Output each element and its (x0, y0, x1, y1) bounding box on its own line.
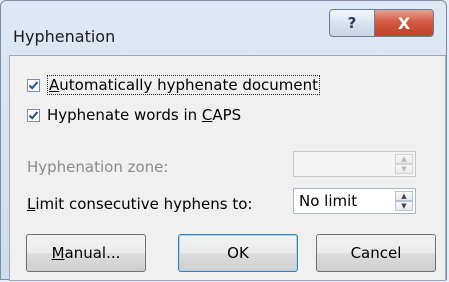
spin-up-icon: ▲ (395, 154, 413, 164)
manual-button[interactable]: Manual... (26, 234, 146, 272)
close-icon: X (397, 13, 411, 33)
hyphenate-caps-option[interactable]: Hyphenate words in CAPS (27, 106, 241, 124)
auto-hyphenate-checkbox[interactable] (27, 78, 40, 92)
ok-button[interactable]: OK (178, 234, 298, 272)
dialog-title: Hyphenation (13, 27, 116, 46)
hyphenate-caps-label: Hyphenate words in CAPS (47, 106, 242, 124)
close-button[interactable]: X (374, 9, 434, 37)
limit-hyphens-arrows[interactable]: ▲ ▼ (395, 191, 413, 211)
checkmark-icon (28, 80, 39, 90)
help-button[interactable]: ? (329, 9, 375, 37)
auto-hyphenate-label: Automatically hyphenate document (47, 75, 321, 95)
hyphenation-dialog: Hyphenation ? X Automatically hyphenate … (0, 0, 447, 281)
hyphenation-zone-arrows: ▲ ▼ (395, 154, 413, 174)
hyphenation-zone-label: Hyphenation zone: (27, 158, 169, 176)
hyphenate-caps-checkbox[interactable] (27, 108, 40, 122)
auto-hyphenate-option[interactable]: Automatically hyphenate document (27, 75, 321, 95)
ok-button-label: OK (227, 244, 249, 262)
spin-down-icon: ▼ (395, 164, 413, 174)
title-bar[interactable]: Hyphenation ? X (1, 1, 446, 51)
manual-button-label: Manual... (51, 244, 121, 262)
checkmark-icon (28, 110, 39, 120)
help-icon: ? (347, 14, 357, 32)
spin-up-icon[interactable]: ▲ (395, 191, 413, 201)
limit-hyphens-value[interactable]: No limit (299, 192, 357, 210)
limit-hyphens-spinner[interactable]: No limit ▲ ▼ (293, 188, 416, 214)
cancel-button[interactable]: Cancel (316, 234, 436, 272)
cancel-button-label: Cancel (350, 244, 402, 262)
limit-hyphens-label: Limit consecutive hyphens to: (27, 195, 253, 213)
spin-down-icon[interactable]: ▼ (395, 201, 413, 211)
dialog-body: Automatically hyphenate document Hyphena… (9, 55, 446, 281)
hyphenation-zone-spinner: ▲ ▼ (293, 151, 416, 177)
